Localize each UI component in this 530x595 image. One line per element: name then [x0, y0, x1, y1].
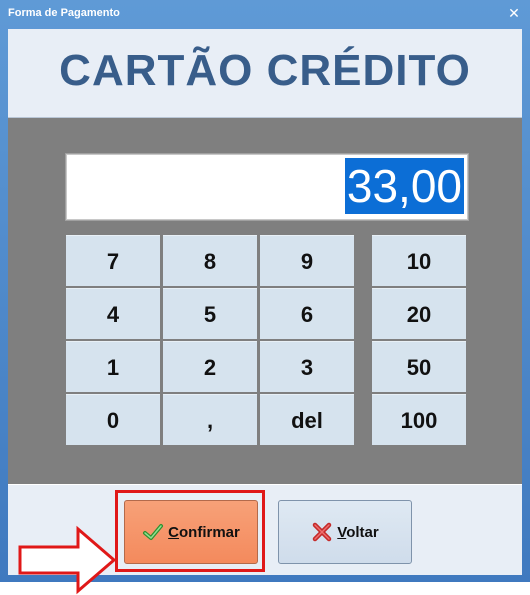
back-label: Voltar: [337, 524, 378, 541]
quick-amount-20[interactable]: 20: [372, 288, 466, 339]
payment-window: Forma de Pagamento ✕ CARTÃO CRÉDITO 33,0…: [0, 0, 530, 595]
confirm-label: Confirmar: [168, 524, 240, 541]
window-client-area: CARTÃO CRÉDITO 33,00 7 8 9 4 5 6 1 2 3 0…: [8, 29, 522, 595]
key-9[interactable]: 9: [260, 235, 354, 286]
close-button[interactable]: ✕: [506, 6, 522, 22]
amount-value: 33,00: [344, 158, 464, 214]
quick-amount-10[interactable]: 10: [372, 235, 466, 286]
payment-method-title: CARTÃO CRÉDITO: [59, 46, 471, 95]
back-button[interactable]: Voltar: [278, 500, 412, 564]
window-title: Forma de Pagamento: [8, 7, 120, 19]
key-delete[interactable]: del: [260, 394, 354, 445]
key-0[interactable]: 0: [66, 394, 160, 445]
header-panel: CARTÃO CRÉDITO: [8, 29, 522, 118]
key-2[interactable]: 2: [163, 341, 257, 392]
back-label-rest: oltar: [346, 523, 379, 541]
keypad-panel: 33,00 7 8 9 4 5 6 1 2 3 0 , del 10 20 50…: [8, 118, 522, 484]
footer-panel: Confirmar Voltar: [8, 484, 522, 595]
key-1[interactable]: 1: [66, 341, 160, 392]
annotation-arrow-icon: [18, 525, 117, 595]
checkmark-icon: [143, 524, 164, 540]
quick-amount-100[interactable]: 100: [372, 394, 466, 445]
amount-display[interactable]: 33,00: [65, 153, 469, 221]
back-accelerator: V: [337, 523, 347, 541]
key-6[interactable]: 6: [260, 288, 354, 339]
key-3[interactable]: 3: [260, 341, 354, 392]
key-7[interactable]: 7: [66, 235, 160, 286]
key-5[interactable]: 5: [163, 288, 257, 339]
x-icon: [313, 522, 332, 542]
title-bar[interactable]: Forma de Pagamento ✕: [0, 0, 530, 28]
key-4[interactable]: 4: [66, 288, 160, 339]
key-8[interactable]: 8: [163, 235, 257, 286]
key-comma[interactable]: ,: [163, 394, 257, 445]
confirm-label-rest: onfirmar: [179, 523, 240, 541]
quick-amount-50[interactable]: 50: [372, 341, 466, 392]
confirm-accelerator: C: [168, 523, 179, 541]
confirm-button[interactable]: Confirmar: [124, 500, 258, 564]
